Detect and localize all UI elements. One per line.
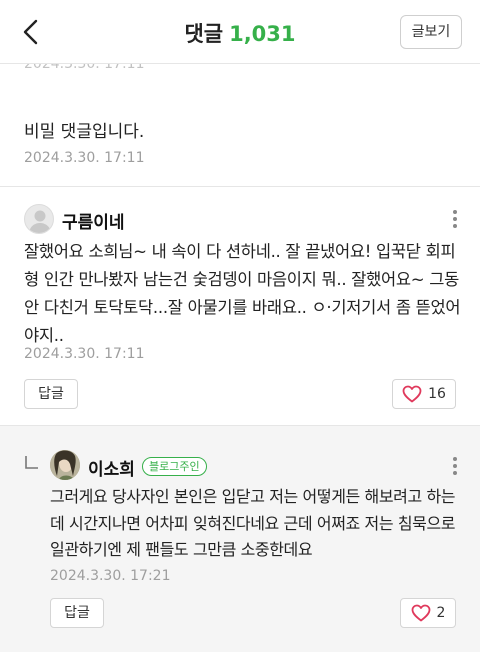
heart-icon: [411, 604, 430, 622]
more-options-button[interactable]: [452, 210, 458, 230]
header: 댓글 1,031 글보기: [0, 0, 480, 64]
comment-body: 잘했어요 소희님~ 내 속이 다 션하네.. 잘 끝냈어요! 입꾹닫 회피형 인…: [24, 242, 461, 345]
heart-icon: [402, 385, 422, 403]
reply-more-options-button[interactable]: [452, 457, 458, 477]
like-count: 16: [428, 386, 446, 402]
comment-count: 1,031: [229, 22, 296, 46]
reply-reply-button[interactable]: 답글: [50, 598, 104, 628]
reply-arrow-icon: [25, 456, 38, 469]
reply-like-count: 2: [436, 605, 446, 621]
profile-photo-icon: [50, 450, 80, 480]
kebab-icon: [453, 210, 457, 214]
reply-body: 그러게요 당사자인 본인은 입닫고 저는 어떻게든 해보려고 하는데 시간지나면…: [50, 487, 456, 559]
like-button[interactable]: 16: [392, 379, 456, 409]
reply-like-button[interactable]: 2: [400, 598, 456, 628]
title-label: 댓글: [184, 22, 224, 46]
default-profile-icon: [29, 210, 51, 233]
view-post-button[interactable]: 글보기: [400, 15, 462, 49]
reply-avatar[interactable]: [50, 450, 80, 480]
comment-timestamp: 2024.3.30. 17:11: [24, 346, 145, 362]
kebab-icon: [453, 457, 457, 461]
blog-owner-badge: 블로그주인: [142, 457, 207, 476]
reply-timestamp: 2024.3.30. 17:21: [50, 568, 171, 584]
secret-comment-text: 비밀 댓글입니다.: [24, 122, 145, 142]
avatar[interactable]: [24, 204, 54, 234]
reply-author[interactable]: 이소희: [88, 455, 135, 480]
comment-author[interactable]: 구름이네: [62, 208, 125, 233]
divider: [0, 186, 480, 187]
secret-comment-timestamp: 2024.3.30. 17:11: [24, 150, 145, 166]
reply-button[interactable]: 답글: [24, 379, 78, 409]
